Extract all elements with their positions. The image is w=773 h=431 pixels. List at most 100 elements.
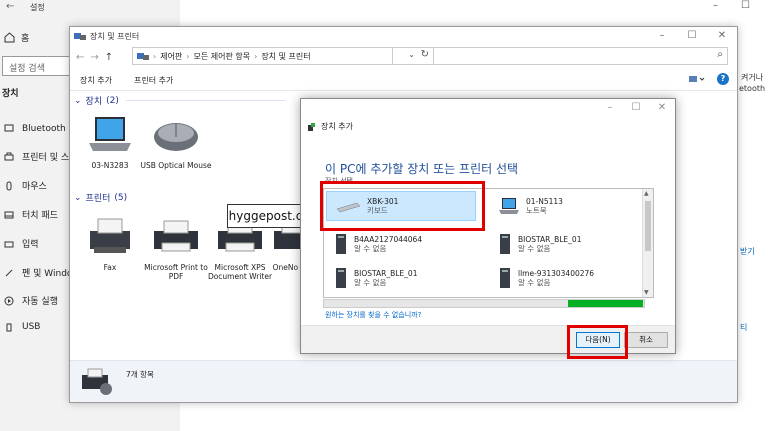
back-arrow-icon[interactable]: ← — [6, 1, 14, 12]
search-progress-bar — [323, 299, 645, 308]
highlight-next-button — [567, 325, 628, 359]
highlight-selected-device — [320, 181, 485, 231]
minimize-icon[interactable]: – — [713, 0, 718, 11]
bluetooth-icon — [4, 124, 14, 131]
address-bar[interactable]: › 제어판 › 모든 제어판 항목 › 장치 및 프린터 ⌄ ↻ — [132, 47, 434, 65]
list-scrollbar[interactable]: ▲ ▼ — [642, 189, 653, 297]
sidebar-item-label: 입력 — [22, 240, 39, 250]
sidebar-item-mouse[interactable]: 마우스 — [4, 179, 47, 192]
sidebar-item-label: 프린터 및 스 — [22, 153, 70, 163]
settings-content-fragment: etooth — [739, 84, 766, 93]
printer-label: Microsoft Print to PDF — [144, 263, 208, 281]
sidebar-item-label: 자동 실행 — [22, 297, 58, 307]
search-icon: ⌕ — [717, 49, 723, 60]
settings-content-link[interactable]: 티 — [740, 322, 747, 333]
scroll-up-icon[interactable]: ▲ — [644, 190, 649, 197]
list-item[interactable]: llme-931303400276 알 수 없음 — [490, 263, 640, 293]
chevron-down-icon: ⌄ — [74, 192, 82, 203]
item-type: 알 수 없음 — [518, 244, 551, 253]
item-type: 노트북 — [526, 206, 547, 215]
printers-group-header[interactable]: ⌄ 프린터 (5) — [74, 191, 128, 205]
settings-section-title: 장치 — [2, 89, 19, 99]
sidebar-item-label: USB — [22, 322, 41, 332]
device-item[interactable]: USB Optical Mouse — [136, 115, 216, 170]
close-icon[interactable]: ✕ — [649, 99, 675, 117]
breadcrumb-separator: › — [153, 51, 157, 61]
cant-find-device-link[interactable]: 원하는 장치를 찾을 수 없습니까? — [325, 310, 421, 320]
item-name: llme-931303400276 — [518, 269, 595, 278]
maximize-icon[interactable]: ☐ — [677, 27, 707, 45]
address-row: ← → ↑ › 제어판 › 모든 제어판 항목 › 장치 및 프린터 ⌄ ↻ ⌕ — [70, 47, 737, 67]
minimize-icon[interactable]: – — [597, 99, 623, 117]
dialog-header: 장치 추가 — [307, 121, 353, 132]
forward-icon[interactable]: → — [90, 52, 98, 63]
help-icon[interactable]: ? — [717, 73, 729, 85]
minimize-icon[interactable]: – — [647, 27, 677, 45]
keyboard-icon — [4, 241, 14, 247]
item-name: BIOSTAR_BLE_01 — [518, 235, 582, 244]
mouse-icon — [6, 181, 12, 190]
group-label: 프린터 — [85, 194, 111, 204]
settings-title: 설정 — [30, 3, 45, 12]
breadcrumb-separator: › — [186, 51, 190, 61]
cancel-button[interactable]: 취소 — [624, 332, 668, 348]
sidebar-item-printers[interactable]: 프린터 및 스 — [4, 150, 69, 163]
group-count: (5) — [114, 192, 128, 203]
settings-content-fragment: 켜거나 — [741, 73, 764, 82]
devices-group-header[interactable]: ⌄ 장치 (2) — [74, 94, 286, 107]
breadcrumb-item[interactable]: 모든 제어판 항목 — [194, 51, 251, 62]
control-panel-icon — [137, 53, 149, 60]
breadcrumb-separator: › — [254, 51, 258, 61]
add-printer-button[interactable]: 프린터 추가 — [134, 75, 173, 86]
item-name: BIOSTAR_BLE_01 — [354, 269, 418, 278]
pen-icon — [5, 269, 13, 276]
settings-content-link[interactable]: 받기 — [740, 246, 755, 257]
sidebar-item-touchpad[interactable]: 터치 패드 — [4, 208, 58, 221]
item-name: B4AA2127044064 — [354, 235, 423, 244]
laptop-icon — [499, 198, 519, 214]
settings-home[interactable]: 홈 — [4, 31, 29, 44]
breadcrumb-item[interactable]: 장치 및 프린터 — [261, 51, 310, 62]
fax-icon — [90, 218, 130, 253]
command-bar: 장치 추가 프린터 추가 ? — [70, 71, 737, 91]
group-divider — [126, 100, 286, 101]
search-input[interactable]: ⌕ — [392, 47, 728, 65]
add-device-button[interactable]: 장치 추가 — [80, 75, 112, 86]
sidebar-item-bluetooth[interactable]: Bluetooth 및 — [4, 121, 77, 134]
maximize-icon[interactable]: ☐ — [741, 0, 750, 11]
unknown-device-icon — [500, 234, 510, 254]
item-type: 알 수 없음 — [518, 278, 551, 287]
dialog-title: 이 PC에 추가할 장치 또는 프린터 선택 — [325, 162, 519, 176]
list-item[interactable]: B4AA2127044064 알 수 없음 — [326, 229, 476, 259]
scroll-down-icon[interactable]: ▼ — [644, 289, 649, 296]
back-icon[interactable]: ← — [76, 52, 84, 63]
dialog-header-label: 장치 추가 — [321, 122, 353, 131]
item-count: 7개 항목 — [126, 370, 154, 379]
window-title: 장치 및 프린터 — [90, 31, 140, 41]
item-type: 알 수 없음 — [354, 244, 387, 253]
list-item[interactable]: BIOSTAR_BLE_01 알 수 없음 — [490, 229, 640, 259]
add-device-icon — [308, 122, 315, 131]
group-label: 장치 — [85, 97, 103, 107]
list-item[interactable]: BIOSTAR_BLE_01 알 수 없음 — [326, 263, 476, 293]
sidebar-item-usb[interactable]: USB — [4, 322, 40, 332]
up-icon[interactable]: ↑ — [105, 52, 113, 63]
view-options-icon[interactable] — [689, 75, 705, 83]
list-item[interactable]: 01-N5113 노트북 — [490, 191, 640, 221]
sidebar-item-autoplay[interactable]: 자동 실행 — [4, 294, 58, 307]
usb-icon — [6, 323, 12, 332]
printer-device-icon — [154, 220, 198, 252]
home-label: 홈 — [21, 34, 30, 44]
breadcrumb-item[interactable]: 제어판 — [160, 51, 182, 62]
unknown-device-icon — [500, 268, 510, 288]
maximize-icon[interactable]: ☐ — [623, 99, 649, 117]
devices-printers-icon — [74, 33, 86, 40]
mouse-device-icon — [154, 123, 198, 151]
device-label: USB Optical Mouse — [140, 161, 212, 170]
scroll-thumb[interactable] — [645, 201, 651, 251]
close-icon[interactable]: ✕ — [707, 27, 737, 45]
sidebar-item-input[interactable]: 입력 — [4, 237, 39, 250]
details-pane: 7개 항목 — [70, 360, 737, 402]
group-count: (2) — [106, 95, 119, 106]
unknown-device-icon — [336, 268, 346, 288]
